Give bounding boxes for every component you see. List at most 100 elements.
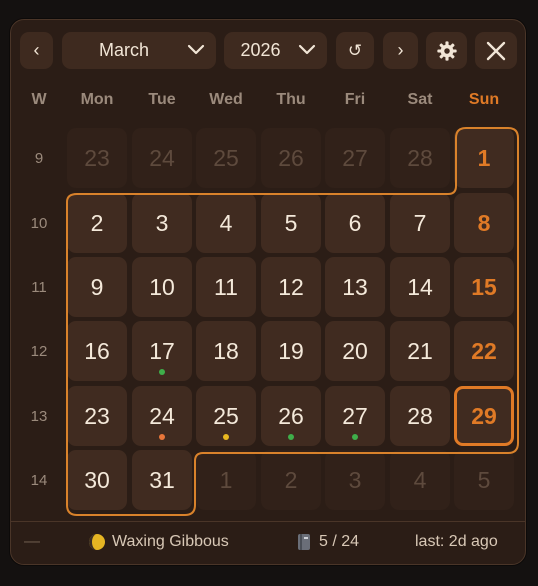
weekday-header-sun: Sun [468,91,500,108]
day-number: 28 [407,144,433,171]
progress-label: 5 / 24 [319,533,360,550]
event-dot [223,434,229,440]
day-cell[interactable]: 20 [325,321,385,381]
reset-today-button[interactable]: ↺ [336,32,374,69]
chevron-down-icon [187,44,205,55]
day-number: 1 [477,144,491,171]
day-cell-outside-month[interactable]: 1 [196,450,256,510]
day-number: 16 [84,337,110,364]
settings-button[interactable] [426,32,467,69]
weekday-header-mon: Mon [80,91,114,108]
day-cell[interactable]: 14 [390,257,450,317]
day-cell[interactable]: 7 [390,193,450,253]
day-number: 23 [84,402,110,429]
year-select[interactable]: 2026 [224,32,327,69]
chevron-right-icon: › [397,40,404,60]
weekday-header-tue: Tue [148,91,176,108]
day-cell-today[interactable]: 29 [454,386,514,446]
week-number: 10 [30,215,48,232]
day-number: 4 [413,466,427,493]
day-number: 31 [149,466,175,493]
year-value: 2026 [240,40,281,60]
day-cell[interactable]: 4 [196,193,256,253]
day-cell[interactable]: 30 [67,450,127,510]
day-cell-outside-month[interactable]: 2 [261,450,321,510]
day-cell[interactable]: 31 [132,450,192,510]
day-number: 25 [213,144,239,171]
day-cell[interactable]: 26 [261,386,321,446]
day-cell[interactable]: 25 [196,386,256,446]
day-number: 11 [214,273,238,300]
day-number: 3 [155,209,169,236]
day-cell-outside-month[interactable]: 24 [132,128,192,188]
week-number: 9 [34,150,44,167]
book-icon [298,534,310,550]
day-cell[interactable]: 6 [325,193,385,253]
day-cell[interactable]: 13 [325,257,385,317]
day-cell[interactable]: 10 [132,257,192,317]
day-cell[interactable]: 9 [67,257,127,317]
day-number: 9 [90,273,104,300]
day-cell[interactable]: 17 [132,321,192,381]
close-button[interactable] [475,32,517,69]
day-number: 27 [342,402,368,429]
day-cell[interactable]: 27 [325,386,385,446]
event-dot [159,369,165,375]
day-number: 4 [219,209,233,236]
progress-counter: 5 / 24 [296,533,359,551]
day-cell[interactable]: 21 [390,321,450,381]
day-cell[interactable]: 12 [261,257,321,317]
day-number: 3 [348,466,362,493]
next-month-button[interactable]: › [383,32,418,69]
day-cell[interactable]: 19 [261,321,321,381]
last-updated: last: 2d ago [415,533,498,550]
day-number: 5 [477,466,491,493]
day-cell-outside-month[interactable]: 3 [325,450,385,510]
week-number: 13 [30,408,48,425]
day-number: 5 [284,209,298,236]
day-number: 19 [278,337,304,364]
day-number: 13 [342,273,368,300]
day-cell[interactable]: 2 [67,193,127,253]
event-dot [159,434,165,440]
day-cell[interactable]: 24 [132,386,192,446]
day-cell[interactable]: 8 [454,193,514,253]
day-cell-outside-month[interactable]: 26 [261,128,321,188]
day-cell-outside-month[interactable]: 5 [454,450,514,510]
day-number: 2 [90,209,104,236]
event-dot [288,434,294,440]
day-number: 15 [471,273,497,300]
prev-month-button[interactable]: ‹ [20,32,53,69]
moon-phase: Waxing Gibbous [88,533,229,551]
month-value: March [98,40,149,60]
day-cell[interactable]: 22 [454,321,514,381]
day-cell[interactable]: 1 [454,128,514,188]
day-cell-outside-month[interactable]: 28 [390,128,450,188]
day-number: 30 [84,466,110,493]
day-cell[interactable]: 11 [196,257,256,317]
day-number: 12 [278,273,304,300]
month-select[interactable]: March [62,32,216,69]
day-cell-outside-month[interactable]: 23 [67,128,127,188]
day-cell[interactable]: 3 [132,193,192,253]
day-number: 6 [348,209,362,236]
day-cell[interactable]: 16 [67,321,127,381]
close-icon [486,41,506,60]
day-cell[interactable]: 28 [390,386,450,446]
day-cell-outside-month[interactable]: 4 [390,450,450,510]
footer-left-dash: — [24,533,40,550]
day-cell[interactable]: 18 [196,321,256,381]
day-number: 22 [471,337,497,364]
day-cell[interactable]: 23 [67,386,127,446]
day-number: 18 [213,337,239,364]
day-cell-outside-month[interactable]: 27 [325,128,385,188]
day-cell[interactable]: 5 [261,193,321,253]
day-number: 29 [471,402,497,429]
day-number: 25 [213,402,239,429]
day-cell[interactable]: 15 [454,257,514,317]
chevron-left-icon: ‹ [33,40,40,60]
day-cell-outside-month[interactable]: 25 [196,128,256,188]
day-number: 1 [219,466,233,493]
week-number: 12 [30,343,48,360]
event-dot [352,434,358,440]
